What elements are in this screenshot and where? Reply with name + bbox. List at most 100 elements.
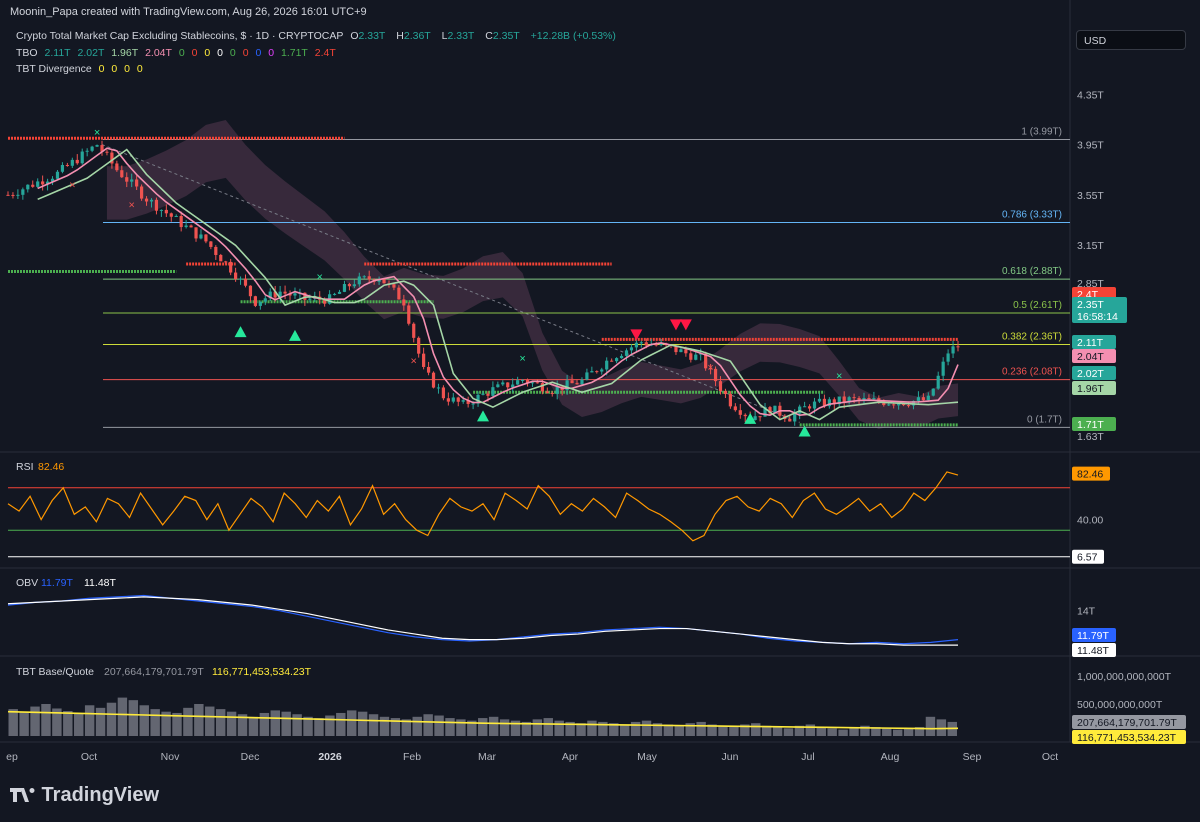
candle-body [590,371,594,373]
candle-body [70,159,74,166]
fib-level-label: 0.786 (3.33T) [1002,210,1062,221]
chart-canvas[interactable]: 1 (3.99T) 0.786 (3.33T) 0.618 (2.88T) 0.5 (… [0,0,1200,822]
candle-body [872,398,876,400]
volume-bar [347,710,357,736]
volume-bar [194,704,204,736]
x-tick-label: Nov [161,751,180,763]
y-tick-label: 3.55T [1077,190,1104,202]
candle-body [412,323,416,338]
sell-signal-marker [679,319,692,331]
cross-marker: × [519,353,525,365]
volume-y-tick: 1,000,000,000,000T [1077,671,1172,683]
volume-bar [215,709,226,736]
price-axis-label: 1.96T [1077,383,1104,395]
volume-bar [434,715,444,736]
candle-body [11,194,15,196]
volume-axis-label: 207,664,179,701.79T [1077,717,1177,729]
x-tick-label: Jun [722,751,739,763]
volume-bar [314,718,324,736]
candle-body [733,406,737,411]
volume-value: 207,664,179,701.79T [104,666,204,678]
cross-marker: × [128,200,134,212]
candle-body [204,234,208,242]
obv-series-line [7,596,958,646]
div-v1: 0 [111,63,118,75]
candle-body [812,401,817,409]
candle-body [451,397,455,402]
candle-body [614,358,619,362]
change-value: +12.28B (+0.53%) [530,30,616,42]
candle-body [600,369,604,372]
volume-y-tick: 500,000,000,000T [1077,699,1163,711]
candle-body [857,397,861,400]
candle-body [41,181,45,185]
tbo-v5: 0 [191,47,198,59]
volume-bar [30,706,40,736]
candle-body [555,386,559,394]
candle-body [520,380,525,382]
x-tick-label: Aug [881,751,900,763]
candle-body [55,171,60,179]
candle-body [441,387,446,399]
x-tick-label: Oct [1042,751,1058,763]
volume-bar [292,714,302,736]
candle-body [575,383,579,385]
volume-bar [696,721,706,736]
candle-body [817,398,822,402]
candle-body [253,296,257,306]
fib-level-label: 0.382 (2.36T) [1002,331,1062,342]
candle-body [906,405,911,407]
volume-bar [488,716,499,736]
candle-body [80,151,84,164]
candle-body [293,293,297,296]
candle-body [308,298,312,300]
volume-bar [805,724,816,736]
fib-level-label: 0.618 (2.88T) [1002,266,1062,277]
volume-bar [478,718,488,736]
candle-body [159,209,163,211]
candle-body [471,403,475,405]
volume-bar [281,711,291,736]
candle-body [392,284,396,288]
volume-title: TBT Base/Quote [16,666,94,678]
obv-signal-label: 11.48T [1077,645,1109,657]
tradingview-logo: TradingView [10,784,159,807]
candle-body [248,285,253,297]
candle-body [867,398,871,400]
tbo-v6: 0 [204,47,211,59]
tbo-v11: 0 [268,47,275,59]
currency-selector[interactable]: USD [1076,30,1186,50]
price-axis-label: 1.71T [1077,419,1104,431]
candle-body [743,414,747,417]
candle-body [753,416,757,420]
volume-bar [270,710,280,736]
candle-body [580,379,584,385]
cross-marker: × [317,271,323,283]
candle-body [446,398,450,402]
price-axis-label: 2.35T [1077,299,1104,311]
candle-body [26,184,30,190]
candle-body [367,276,371,280]
cross-marker: × [69,180,75,192]
volume-bar [903,728,914,736]
volume-signal-value: 116,771,453,534.23T [212,666,312,678]
volume-bar [128,700,139,736]
candle-body [897,403,901,406]
candle-body [85,150,89,152]
candle-body [357,276,361,285]
divergence-legend: TBT Divergence 0 0 0 0 [16,63,147,75]
candle-body [382,279,386,284]
tbo-v7: 0 [217,47,223,59]
y-tick-label: 3.15T [1077,240,1104,252]
x-tick-label: Jul [801,751,814,763]
x-tick-label: ep [6,751,18,763]
candle-body [481,393,485,395]
candle-body [956,346,960,348]
candle-body [283,291,287,294]
fib-level-label: 1 (3.99T) [1021,127,1062,138]
candle-body [154,199,159,211]
candle-body [209,241,213,247]
candle-body [224,261,228,263]
candle-body [887,404,891,406]
candle-body [644,342,648,346]
